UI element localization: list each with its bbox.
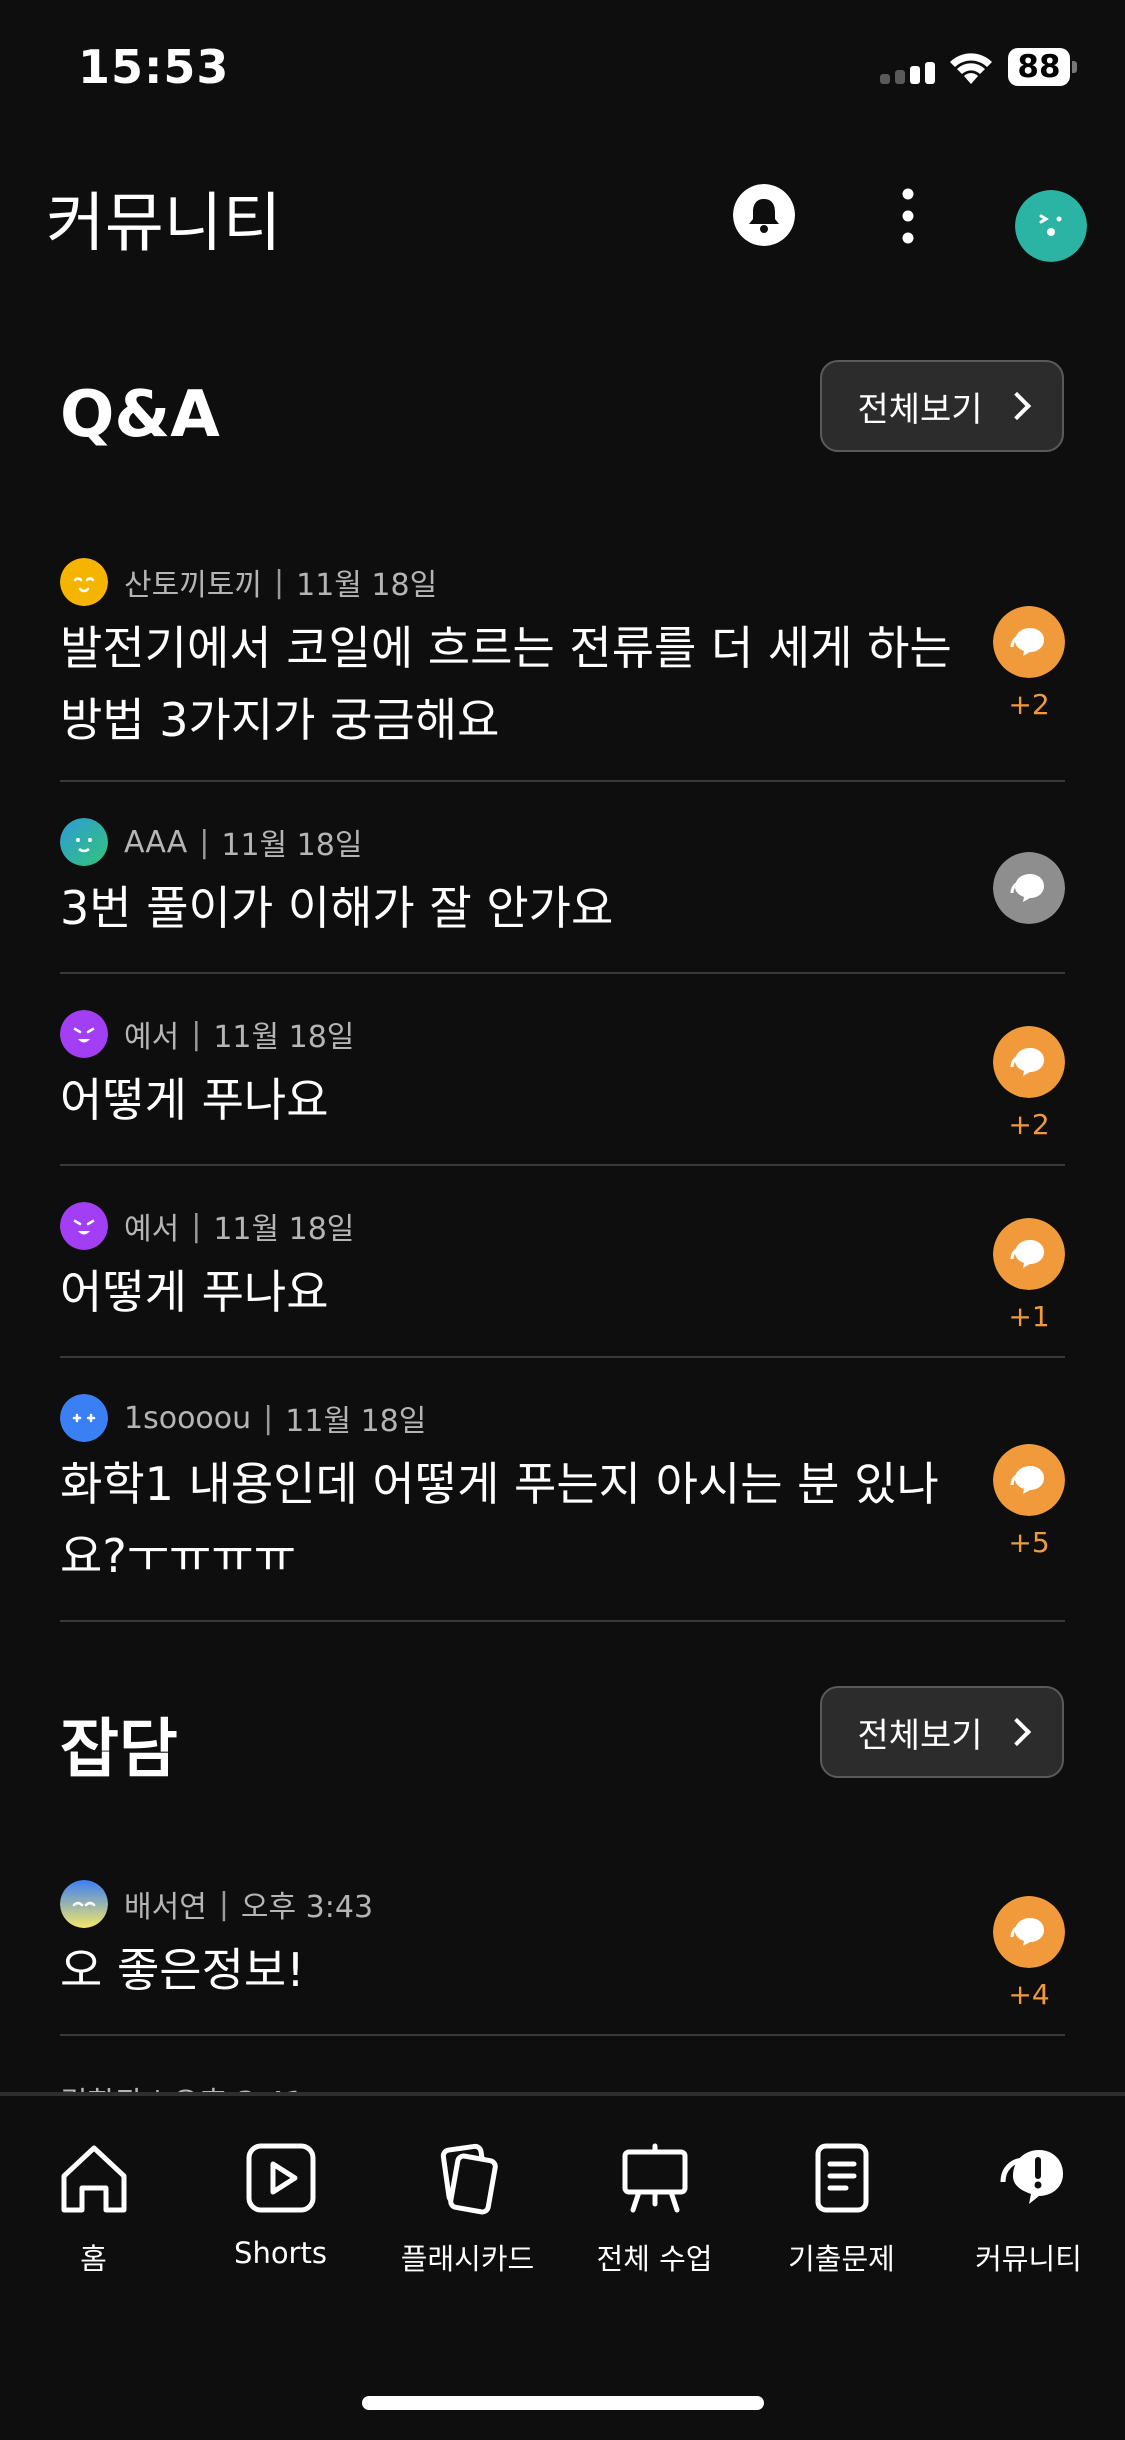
nav-label: 홈 xyxy=(80,2242,107,2276)
user-avatar xyxy=(60,1880,108,1928)
chevron-right-icon xyxy=(1002,391,1031,421)
post-title: 3번 풀이가 이해가 잘 안가요 xyxy=(60,881,614,935)
reply-badge: +1 xyxy=(993,1218,1065,1333)
post-date: 11월 18일 xyxy=(285,1404,427,1439)
post-author: AAA xyxy=(124,824,188,860)
wifi-icon xyxy=(950,53,992,84)
comment-icon xyxy=(993,1896,1065,1968)
view-all-label: 전체보기 xyxy=(857,389,983,430)
comment-icon xyxy=(993,1218,1065,1290)
nav-item-home[interactable]: 홈 xyxy=(0,2138,187,2278)
nav-item-past-exams[interactable]: 기출문제 xyxy=(748,2138,935,2278)
qa-post[interactable]: 산토끼토끼 | 11월 18일 발전기에서 코일에 흐르는 전류를 더 세게 하… xyxy=(60,558,1065,756)
reply-count: +5 xyxy=(1008,1526,1050,1559)
divider xyxy=(60,1164,1065,1166)
qa-section-title: Q&A xyxy=(60,378,220,452)
chevron-right-icon xyxy=(1002,1717,1031,1747)
nav-label: 커뮤니티 xyxy=(975,2242,1082,2276)
comment-icon xyxy=(993,1444,1065,1516)
post-date: 11월 18일 xyxy=(296,568,438,603)
post-title: 오 좋은정보! xyxy=(60,1943,305,1997)
divider xyxy=(60,1620,1065,1622)
qa-post[interactable]: AAA | 11월 18일 3번 풀이가 이해가 잘 안가요 xyxy=(60,818,1065,944)
post-date: 11월 18일 xyxy=(221,828,363,863)
user-avatar xyxy=(60,558,108,606)
document-icon xyxy=(815,2143,868,2213)
reply-count: +2 xyxy=(1008,1108,1050,1141)
qa-post[interactable]: 1soooou | 11월 18일 화학1 내용인데 어떻게 푸는지 아시는 분… xyxy=(60,1394,1065,1592)
nav-item-community[interactable]: 커뮤니티 xyxy=(935,2138,1122,2278)
home-indicator[interactable] xyxy=(362,2396,764,2410)
post-title: 어떻게 푸나요 xyxy=(60,1265,329,1319)
reply-badge: +2 xyxy=(993,1026,1065,1141)
reply-count: +2 xyxy=(1008,688,1050,721)
post-author: 1soooou xyxy=(124,1400,252,1436)
nav-label: Shorts xyxy=(234,2236,327,2270)
qa-view-all-button[interactable]: 전체보기 xyxy=(820,360,1064,452)
post-author: 예서 xyxy=(124,1020,180,1055)
post-date: 11월 18일 xyxy=(213,1020,355,1055)
reply-count: +4 xyxy=(1008,1978,1050,2011)
easel-icon xyxy=(622,2143,687,2213)
user-avatar xyxy=(60,1010,108,1058)
nav-label: 기출문제 xyxy=(788,2242,895,2276)
nav-item-all-classes[interactable]: 전체 수업 xyxy=(561,2138,748,2278)
reply-count: +1 xyxy=(1008,1300,1050,1333)
qa-post[interactable]: 예서 | 11월 18일 어떻게 푸나요 xyxy=(60,1010,1065,1136)
post-title: 어떻게 푸나요 xyxy=(60,1073,329,1127)
reply-badge: +4 xyxy=(993,1896,1065,2011)
post-author: 산토끼토끼 xyxy=(124,568,262,603)
post-author: 배서연 xyxy=(124,1890,207,1925)
post-date: 오후 3:43 xyxy=(240,1890,374,1925)
comment-icon xyxy=(993,606,1065,678)
nav-item-flashcards[interactable]: 플래시카드 xyxy=(374,2138,561,2278)
comment-icon xyxy=(993,1026,1065,1098)
bell-icon[interactable] xyxy=(733,184,795,246)
user-avatar xyxy=(60,818,108,866)
nav-label: 플래시카드 xyxy=(400,2242,535,2276)
play-icon xyxy=(246,2143,315,2213)
comment-icon xyxy=(993,852,1065,924)
post-date: 11월 18일 xyxy=(213,1212,355,1247)
battery-icon: 88 xyxy=(1008,48,1078,88)
cards-icon xyxy=(440,2143,498,2215)
chat-view-all-button[interactable]: 전체보기 xyxy=(820,1686,1064,1778)
divider xyxy=(60,2034,1065,2036)
divider xyxy=(60,1356,1065,1358)
reply-badge xyxy=(993,852,1065,934)
divider xyxy=(60,780,1065,782)
battery-level: 88 xyxy=(1008,48,1070,86)
nav-item-shorts[interactable]: Shorts xyxy=(187,2138,374,2270)
chat-section-title: 잡담 xyxy=(60,1713,178,1787)
signal-icon xyxy=(880,62,935,84)
more-options-icon[interactable] xyxy=(893,188,923,244)
user-avatar xyxy=(60,1202,108,1250)
bottom-nav: 홈 Shorts 플래시카드 전체 수업 기출문제 커뮤니티 xyxy=(0,2092,1125,2440)
profile-avatar[interactable] xyxy=(1015,190,1087,262)
divider xyxy=(60,972,1065,974)
community-icon xyxy=(1000,2150,1063,2204)
reply-badge: +5 xyxy=(993,1444,1065,1559)
view-all-label: 전체보기 xyxy=(857,1715,983,1756)
status-time: 15:53 xyxy=(78,40,230,94)
nav-label: 전체 수업 xyxy=(596,2242,713,2276)
home-icon xyxy=(61,2145,126,2213)
chat-post[interactable]: 배서연 | 오후 3:43 오 좋은정보! xyxy=(60,1880,1065,2006)
post-title: 발전기에서 코일에 흐르는 전류를 더 세게 하는 방법 3가지가 궁금해요 xyxy=(60,621,952,747)
post-author: 예서 xyxy=(124,1212,180,1247)
user-avatar xyxy=(60,1394,108,1442)
reply-badge: +2 xyxy=(993,606,1065,721)
qa-post[interactable]: 예서 | 11월 18일 어떻게 푸나요 xyxy=(60,1202,1065,1328)
page-title: 커뮤니티 xyxy=(46,187,282,261)
post-title: 화학1 내용인데 어떻게 푸는지 아시는 분 있나요?ㅜㅠㅠㅠ xyxy=(60,1457,939,1583)
